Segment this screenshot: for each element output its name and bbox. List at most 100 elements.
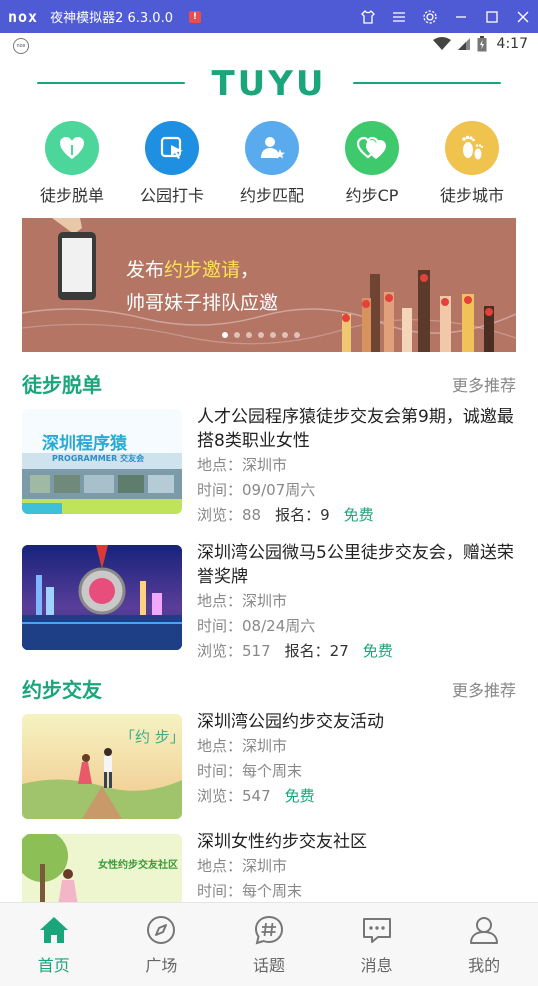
menu-icon[interactable]: [383, 0, 414, 33]
event-location: 地点：深圳市: [197, 857, 288, 875]
thumb-caption: 深圳程序猿: [42, 434, 127, 454]
home-icon: [39, 917, 68, 943]
event-stats: 浏览：547 免费: [197, 787, 315, 805]
pagination-dot[interactable]: [234, 332, 240, 338]
hashtag-bubble-icon: [254, 915, 283, 945]
thumb-subcaption: PROGRAMMER 交友会: [52, 454, 145, 463]
person-star-icon: [245, 121, 299, 175]
event-stats: 浏览：88 报名：9 免费: [197, 506, 374, 524]
double-heart-icon: [345, 121, 399, 175]
event-time: 时间：每个周末: [197, 762, 303, 780]
category-label: 徒步城市: [439, 186, 504, 205]
event-card[interactable]: 深圳湾公园微马5公里徒步交友会，赠送荣誉奖牌 地点：深圳市 时间：08/24周六…: [22, 541, 522, 660]
clock: 4:17: [496, 36, 528, 52]
nav-square[interactable]: 广场: [108, 903, 216, 986]
emulator-title-bar: nox 夜神模拟器2 6.3.0.0 !: [0, 0, 538, 33]
nav-topics[interactable]: 话题: [215, 903, 323, 986]
compass-icon: [147, 916, 176, 944]
category-hike-dating[interactable]: 徒步脱单: [22, 121, 122, 207]
price-tag: 免费: [284, 787, 315, 805]
nox-logo: nox: [8, 7, 39, 26]
view-count: 517: [242, 642, 271, 660]
banner-headline: 发布约步邀请，: [126, 259, 260, 281]
category-walk-cp[interactable]: 约步CP: [322, 121, 422, 207]
view-count: 547: [242, 787, 271, 805]
view-count: 88: [242, 506, 262, 524]
battery-icon: [477, 36, 487, 52]
event-info: 深圳湾公园微马5公里徒步交友会，赠送荣誉奖牌 地点：深圳市 时间：08/24周六…: [197, 541, 527, 664]
promo-banner[interactable]: 发布约步邀请， 帅哥妹子排队应邀: [22, 218, 516, 352]
event-info: 人才公园程序猿徒步交友会第9期，诚邀最搭8类职业女性 地点：深圳市 时间：09/…: [197, 405, 527, 528]
shirt-skin-icon[interactable]: [352, 0, 383, 33]
nav-home[interactable]: 首页: [0, 903, 108, 986]
pagination-dot[interactable]: [222, 332, 228, 338]
event-info: 深圳女性约步交友社区 地点：深圳市 时间：每个周末: [197, 830, 527, 904]
footprints-icon: [445, 121, 499, 175]
wifi-icon: [432, 37, 451, 50]
event-title: 深圳湾公园约步交友活动: [197, 712, 384, 732]
category-walk-match[interactable]: 约步匹配: [222, 121, 322, 207]
event-title: 深圳湾公园微马5公里徒步交友会，赠送荣誉奖牌: [197, 543, 514, 587]
event-card[interactable]: 「约 步」 深圳湾公园约步交友活动 地点：深圳市 时间：每个周末 浏览：547 免…: [22, 710, 522, 822]
banner-pagination: [222, 332, 300, 338]
nav-label: 我的: [468, 956, 501, 975]
more-recommendations-link[interactable]: 更多推荐: [452, 372, 516, 396]
category-label: 约步CP: [345, 186, 399, 205]
more-recommendations-link[interactable]: 更多推荐: [452, 677, 516, 701]
banner-subline: 帅哥妹子排队应邀: [126, 292, 279, 314]
thumb-caption: 女性约步交友社区: [98, 860, 178, 871]
category-shortcuts: 徒步脱单 公园打卡 约步匹配 约步CP 徒步城市: [22, 121, 522, 207]
nav-label: 消息: [360, 956, 393, 975]
event-location: 地点：深圳市: [197, 737, 288, 755]
message-icon: [362, 918, 391, 943]
bottom-navigation: 首页 广场 话题 消息 我的: [0, 902, 538, 986]
brand-header: TUYU: [0, 62, 538, 106]
signal-icon: [457, 38, 470, 50]
close-icon[interactable]: [507, 0, 538, 33]
emulator-title: 夜神模拟器2 6.3.0.0: [50, 11, 173, 26]
section-title: 徒步脱单: [22, 373, 102, 397]
event-time: 时间：08/24周六: [197, 617, 316, 635]
minimize-icon[interactable]: [445, 0, 476, 33]
heart-drop-icon: [45, 121, 99, 175]
category-label: 约步匹配: [239, 186, 304, 205]
pagination-dot[interactable]: [258, 332, 264, 338]
category-hike-city[interactable]: 徒步城市: [422, 121, 522, 207]
event-title: 深圳女性约步交友社区: [197, 832, 367, 852]
event-location: 地点：深圳市: [197, 456, 288, 474]
gear-icon[interactable]: [414, 0, 445, 33]
section-header-hike-dating: 徒步脱单 更多推荐: [22, 369, 516, 399]
app-logo: TUYU: [211, 64, 327, 104]
status-bar: nox 4:17: [0, 33, 538, 58]
category-label: 公园打卡: [139, 186, 204, 205]
banner-highlight: 约步邀请: [164, 259, 241, 281]
category-label: 徒步脱单: [39, 186, 104, 205]
maximize-icon[interactable]: [476, 0, 507, 33]
category-park-checkin[interactable]: 公园打卡: [122, 121, 222, 207]
nav-profile[interactable]: 我的: [430, 903, 538, 986]
nav-messages[interactable]: 消息: [323, 903, 431, 986]
section-header-walk-friends: 约步交友 更多推荐: [22, 674, 516, 704]
signup-count: 报名：9: [275, 506, 330, 524]
checkin-cursor-icon: [145, 121, 199, 175]
section-title: 约步交友: [22, 678, 102, 702]
price-tag: 免费: [343, 506, 374, 524]
user-icon: [470, 917, 499, 944]
nav-label: 广场: [145, 956, 178, 975]
event-thumbnail: 深圳程序猿 PROGRAMMER 交友会: [22, 409, 182, 514]
price-tag: 免费: [362, 642, 393, 660]
pagination-dot[interactable]: [246, 332, 252, 338]
event-title: 人才公园程序猿徒步交友会第9期，诚邀最搭8类职业女性: [197, 407, 514, 451]
event-card[interactable]: 深圳程序猿 PROGRAMMER 交友会 人才公园程序猿徒步交友会第9期，诚邀最…: [22, 405, 522, 524]
pagination-dot[interactable]: [294, 332, 300, 338]
event-location: 地点：深圳市: [197, 592, 288, 610]
nav-label: 首页: [37, 956, 70, 975]
pagination-dot[interactable]: [270, 332, 276, 338]
alert-flag-icon[interactable]: !: [188, 10, 201, 23]
event-stats: 浏览：517 报名：27 免费: [197, 642, 393, 660]
event-thumbnail: 「约 步」: [22, 714, 182, 819]
pagination-dot[interactable]: [282, 332, 288, 338]
thumb-caption: 「约 步」: [120, 728, 182, 746]
emulator-window-controls: [352, 0, 538, 33]
status-icons: 4:17: [432, 36, 528, 52]
